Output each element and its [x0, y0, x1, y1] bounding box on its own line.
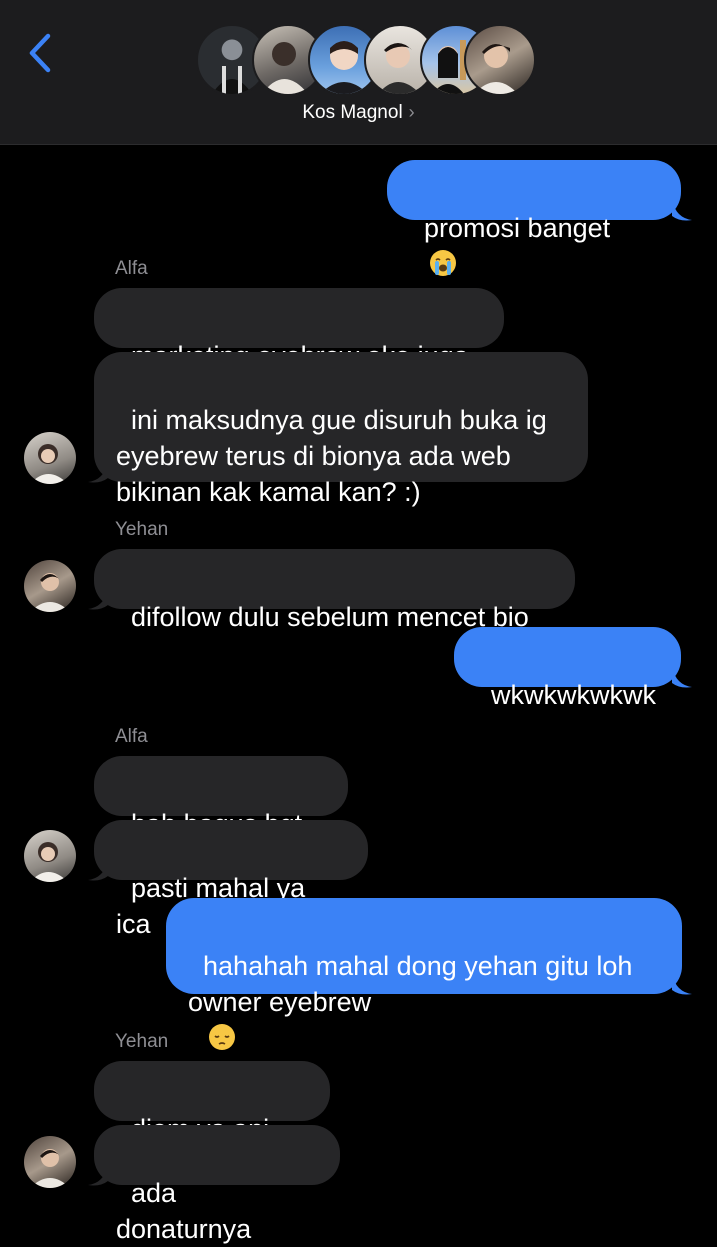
sender-name: Alfa: [115, 726, 148, 747]
loudly-crying-face-icon: [430, 250, 457, 276]
conversation-header: Kos Magnol ›: [0, 0, 717, 145]
chevron-left-icon: [29, 33, 51, 73]
group-name[interactable]: Kos Magnol ›: [0, 102, 717, 124]
bubble-tail: [88, 860, 108, 881]
incoming-message[interactable]: diem ya anj: [94, 1061, 330, 1176]
message-text: ada donaturnya: [116, 1178, 252, 1244]
yehan-avatar[interactable]: [24, 1136, 76, 1188]
bubble-tail: [88, 589, 108, 610]
incoming-message[interactable]: pasti mahal ya ica: [94, 820, 368, 939]
sender-name: Yehan: [115, 1031, 169, 1052]
group-name-label: Kos Magnol: [302, 102, 403, 123]
incoming-message[interactable]: difollow dulu sebelum mencet bio: [94, 549, 575, 632]
bubble-tail: [672, 200, 692, 221]
sender-name: Alfa: [115, 258, 148, 279]
message-text: difollow dulu sebelum mencet bio: [131, 602, 529, 632]
outgoing-message[interactable]: wkwkwkwkwk: [454, 627, 681, 710]
group-member-avatar: [464, 24, 536, 96]
chevron-right-icon: ›: [408, 102, 415, 122]
alfa-avatar[interactable]: [24, 432, 76, 484]
bubble-tail: [672, 974, 692, 995]
bubble-tail: [88, 462, 108, 483]
incoming-message[interactable]: ada donaturnya: [94, 1125, 340, 1244]
message-text: wkwkwkwkwk: [491, 680, 657, 710]
incoming-message[interactable]: ini maksudnya gue disuruh buka ig eyebre…: [94, 352, 588, 507]
yehan-avatar[interactable]: [24, 560, 76, 612]
bubble-tail: [672, 667, 692, 688]
incoming-message[interactable]: hah bagus bgt...: [94, 756, 348, 839]
message-text: ini maksudnya gue disuruh buka ig eyebre…: [116, 405, 547, 507]
group-avatars[interactable]: [196, 24, 536, 96]
back-button[interactable]: [22, 28, 62, 78]
outgoing-message[interactable]: hahahah mahal dong yehan gitu loh owner …: [166, 898, 682, 1050]
outgoing-message[interactable]: promosi banget: [387, 160, 681, 276]
pensive-face-icon: [209, 1024, 236, 1050]
message-text: hahahah mahal dong yehan gitu loh owner …: [188, 951, 633, 1017]
bubble-tail: [88, 1165, 108, 1186]
incoming-message[interactable]: marketing eyebrew oke juga: [94, 288, 504, 371]
sender-name: Yehan: [115, 519, 169, 540]
alfa-avatar[interactable]: [24, 830, 76, 882]
message-text: promosi banget: [424, 213, 611, 243]
